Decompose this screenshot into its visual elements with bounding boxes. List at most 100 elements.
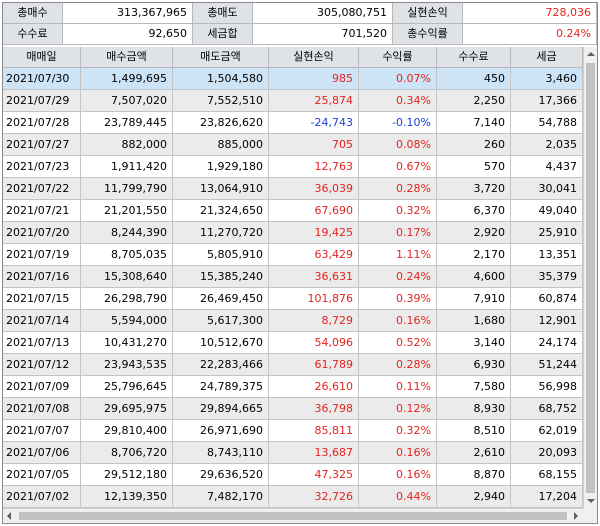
cell-realized-pnl: 705 — [269, 134, 359, 156]
cell-date: 2021/07/02 — [3, 486, 81, 508]
table-row[interactable]: 2021/07/13 10,431,270 10,512,670 54,096 0.52… — [3, 332, 583, 354]
table-row[interactable]: 2021/07/20 8,244,390 11,270,720 19,425 0.17%… — [3, 222, 583, 244]
col-header-buy-amount[interactable]: 매수금액 — [81, 47, 173, 68]
cell-return-rate: 0.16% — [359, 310, 437, 332]
cell-realized-pnl: 67,690 — [269, 200, 359, 222]
total-return-value: 0.24% — [463, 24, 597, 45]
cell-return-rate: 0.07% — [359, 68, 437, 90]
table-row[interactable]: 2021/07/06 8,706,720 8,743,110 13,687 0.16% 2… — [3, 442, 583, 464]
cell-date: 2021/07/19 — [3, 244, 81, 266]
cell-date: 2021/07/28 — [3, 112, 81, 134]
table-row[interactable]: 2021/07/23 1,911,420 1,929,180 12,763 0.67% 5… — [3, 156, 583, 178]
cell-return-rate: 0.32% — [359, 200, 437, 222]
cell-sell-amount: 5,805,910 — [173, 244, 269, 266]
cell-sell-amount: 29,894,665 — [173, 398, 269, 420]
table-row[interactable]: 2021/07/15 26,298,790 26,469,450 101,876 0.3… — [3, 288, 583, 310]
table-row[interactable]: 2021/07/21 21,201,550 21,324,650 67,690 0.32… — [3, 200, 583, 222]
cell-fee: 1,680 — [437, 310, 511, 332]
cell-date: 2021/07/22 — [3, 178, 81, 200]
cell-sell-amount: 1,504,580 — [173, 68, 269, 90]
triangle-left-icon — [7, 512, 11, 520]
table-row[interactable]: 2021/07/22 11,799,790 13,064,910 36,039 0.28… — [3, 178, 583, 200]
cell-return-rate: 0.32% — [359, 420, 437, 442]
horizontal-scroll-thumb[interactable] — [19, 512, 567, 520]
cell-return-rate: 0.52% — [359, 332, 437, 354]
cell-realized-pnl: 85,811 — [269, 420, 359, 442]
total-buy-label: 총매수 — [3, 3, 63, 24]
cell-buy-amount: 1,911,420 — [81, 156, 173, 178]
cell-date: 2021/07/13 — [3, 332, 81, 354]
cell-tax: 17,366 — [511, 90, 583, 112]
cell-fee: 8,510 — [437, 420, 511, 442]
cell-date: 2021/07/09 — [3, 376, 81, 398]
cell-fee: 7,580 — [437, 376, 511, 398]
scroll-left-button[interactable] — [3, 509, 17, 523]
cell-date: 2021/07/12 — [3, 354, 81, 376]
col-header-sell-amount[interactable]: 매도금액 — [173, 47, 269, 68]
table-row[interactable]: 2021/07/30 1,499,695 1,504,580 985 0.07% 450 3… — [3, 68, 583, 90]
cell-date: 2021/07/21 — [3, 200, 81, 222]
col-header-return-rate[interactable]: 수익률 — [359, 47, 437, 68]
table-row[interactable]: 2021/07/07 29,810,400 26,971,690 85,811 0.32… — [3, 420, 583, 442]
cell-tax: 30,041 — [511, 178, 583, 200]
horizontal-scrollbar[interactable] — [3, 508, 597, 523]
scroll-down-button[interactable] — [584, 494, 597, 508]
cell-tax: 60,874 — [511, 288, 583, 310]
fee-value: 92,650 — [63, 24, 193, 45]
table-row[interactable]: 2021/07/29 7,507,020 7,552,510 25,874 0.34% 2… — [3, 90, 583, 112]
cell-sell-amount: 5,617,300 — [173, 310, 269, 332]
cell-sell-amount: 10,512,670 — [173, 332, 269, 354]
cell-buy-amount: 23,789,445 — [81, 112, 173, 134]
cell-fee: 3,720 — [437, 178, 511, 200]
cell-buy-amount: 29,810,400 — [81, 420, 173, 442]
cell-date: 2021/07/08 — [3, 398, 81, 420]
cell-fee: 8,930 — [437, 398, 511, 420]
cell-tax: 3,460 — [511, 68, 583, 90]
col-header-tax[interactable]: 세금 — [511, 47, 583, 68]
col-header-date[interactable]: 매매일 — [3, 47, 81, 68]
table-row[interactable]: 2021/07/16 15,308,640 15,385,240 36,631 0.24… — [3, 266, 583, 288]
cell-sell-amount: 885,000 — [173, 134, 269, 156]
col-header-fee[interactable]: 수수료 — [437, 47, 511, 68]
cell-tax: 4,437 — [511, 156, 583, 178]
cell-tax: 51,244 — [511, 354, 583, 376]
cell-sell-amount: 11,270,720 — [173, 222, 269, 244]
triangle-down-icon — [587, 499, 595, 503]
table-row[interactable]: 2021/07/27 882,000 885,000 705 0.08% 260 2,035 — [3, 134, 583, 156]
table-body: 2021/07/30 1,499,695 1,504,580 985 0.07% 450 3… — [3, 68, 583, 508]
summary-row-2: 수수료 92,650 세금합 701,520 총수익률 0.24% — [3, 24, 597, 45]
scroll-up-button[interactable] — [584, 47, 597, 61]
cell-buy-amount: 26,298,790 — [81, 288, 173, 310]
table-row[interactable]: 2021/07/08 29,695,975 29,894,665 36,798 0.12… — [3, 398, 583, 420]
cell-sell-amount: 7,482,170 — [173, 486, 269, 508]
cell-date: 2021/07/15 — [3, 288, 81, 310]
table-row[interactable]: 2021/07/14 5,594,000 5,617,300 8,729 0.16% 1,… — [3, 310, 583, 332]
cell-date: 2021/07/30 — [3, 68, 81, 90]
vertical-scroll-thumb[interactable] — [586, 63, 595, 493]
cell-tax: 56,998 — [511, 376, 583, 398]
cell-buy-amount: 7,507,020 — [81, 90, 173, 112]
cell-tax: 17,204 — [511, 486, 583, 508]
cell-realized-pnl: 36,798 — [269, 398, 359, 420]
table-row[interactable]: 2021/07/28 23,789,445 23,826,620 -24,743 -0.… — [3, 112, 583, 134]
cell-realized-pnl: 63,429 — [269, 244, 359, 266]
vertical-scrollbar[interactable] — [583, 47, 597, 508]
tax-total-label: 세금합 — [193, 24, 253, 45]
cell-tax: 68,752 — [511, 398, 583, 420]
cell-return-rate: 0.34% — [359, 90, 437, 112]
col-header-realized-pnl[interactable]: 실현손익 — [269, 47, 359, 68]
cell-return-rate: 0.28% — [359, 178, 437, 200]
table-row[interactable]: 2021/07/09 25,796,645 24,789,375 26,610 0.11… — [3, 376, 583, 398]
scroll-right-button[interactable] — [569, 509, 583, 523]
cell-buy-amount: 10,431,270 — [81, 332, 173, 354]
cell-tax: 2,035 — [511, 134, 583, 156]
cell-return-rate: 0.39% — [359, 288, 437, 310]
table-row[interactable]: 2021/07/12 23,943,535 22,283,466 61,789 0.28… — [3, 354, 583, 376]
cell-tax: 20,093 — [511, 442, 583, 464]
cell-realized-pnl: 54,096 — [269, 332, 359, 354]
table-row[interactable]: 2021/07/19 8,705,035 5,805,910 63,429 1.11% 2… — [3, 244, 583, 266]
cell-return-rate: 0.24% — [359, 266, 437, 288]
table-row[interactable]: 2021/07/02 12,139,350 7,482,170 32,726 0.44%… — [3, 486, 583, 508]
cell-buy-amount: 1,499,695 — [81, 68, 173, 90]
table-row[interactable]: 2021/07/05 29,512,180 29,636,520 47,325 0.16… — [3, 464, 583, 486]
